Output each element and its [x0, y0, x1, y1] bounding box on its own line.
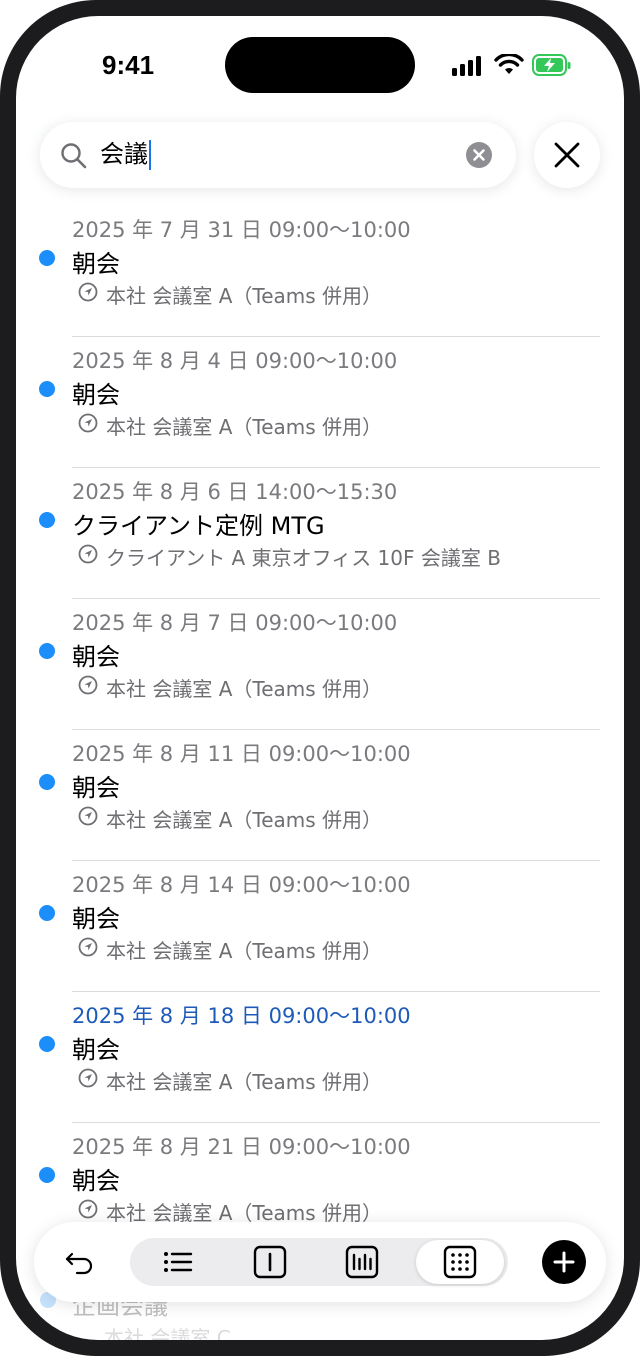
location-icon	[78, 806, 98, 826]
event-location: クライアント A 東京オフィス 10F 会議室 B	[106, 546, 501, 570]
list-icon	[164, 1252, 193, 1272]
event-title: 朝会	[72, 1167, 120, 1195]
close-icon	[554, 142, 580, 168]
event-date: 2025 年 8 月 21 日 09:00～10:00	[72, 1135, 411, 1159]
location-icon	[78, 1068, 98, 1088]
week-view-icon	[345, 1245, 379, 1279]
day-view-icon	[253, 1245, 287, 1279]
location-icon	[78, 413, 98, 433]
text-caret	[149, 140, 151, 170]
status-bar: 9:41	[16, 16, 624, 116]
event-date: 2025 年 8 月 11 日 09:00～10:00	[72, 742, 411, 766]
event-date: 2025 年 8 月 4 日 09:00～10:00	[72, 349, 398, 373]
event-location: 本社 会議室 A（Teams 併用）	[106, 284, 383, 308]
battery-charging-icon	[532, 54, 571, 76]
month-view-button[interactable]	[416, 1240, 504, 1284]
event-row[interactable]: 2025 年 8 月 4 日 09:00～10:00 朝会 本社 会議室 A（T…	[16, 337, 624, 468]
event-location: 本社 会議室 A（Teams 併用）	[106, 415, 383, 439]
clear-search-button[interactable]	[466, 142, 492, 168]
month-view-icon	[443, 1245, 477, 1279]
event-dot	[39, 643, 55, 659]
event-location: 本社 会議室 A（Teams 併用）	[106, 677, 383, 701]
event-row[interactable]: 2025 年 8 月 6 日 14:00～15:30 クライアント定例 MTG …	[16, 468, 624, 599]
event-dot	[39, 1167, 55, 1183]
search-query: 会議	[100, 140, 148, 168]
status-time: 9:41	[102, 50, 155, 80]
search-input[interactable]: 会議	[100, 140, 151, 170]
phone-frame: 9:41 朝会	[0, 0, 640, 1356]
week-view-button[interactable]	[318, 1240, 406, 1284]
event-location: 本社 会議室 A（Teams 併用）	[106, 939, 383, 963]
search-field[interactable]: 会議	[40, 122, 516, 188]
event-date: 2025 年 8 月 14 日 09:00～10:00	[72, 873, 411, 897]
add-event-button[interactable]	[542, 1240, 586, 1284]
event-location: 本社 会議室 A（Teams 併用）	[106, 808, 383, 832]
bottom-toolbar	[34, 1222, 606, 1302]
wifi-icon	[494, 54, 524, 74]
undo-button[interactable]	[62, 1244, 98, 1280]
event-title: 朝会	[72, 905, 120, 933]
screen: 9:41 朝会	[16, 16, 624, 1340]
undo-icon	[65, 1252, 93, 1275]
event-title: 朝会	[72, 250, 120, 278]
event-title: 朝会	[72, 643, 120, 671]
clear-icon	[473, 149, 485, 161]
event-dot	[39, 905, 55, 921]
event-row[interactable]: 2025 年 8 月 11 日 09:00～10:00 朝会 本社 会議室 A（…	[16, 730, 624, 861]
location-icon	[78, 937, 98, 957]
list-view-button[interactable]	[134, 1240, 222, 1284]
event-row[interactable]: 2025 年 8 月 14 日 09:00～10:00 朝会 本社 会議室 A（…	[16, 861, 624, 992]
dynamic-island	[225, 37, 415, 93]
event-row[interactable]: 2025 年 8 月 7 日 09:00～10:00 朝会 本社 会議室 A（T…	[16, 599, 624, 730]
day-view-button[interactable]	[226, 1240, 314, 1284]
event-date: 2025 年 8 月 7 日 09:00～10:00	[72, 611, 398, 635]
location-icon	[78, 282, 98, 302]
ghost-location: 本社 会議室 C	[104, 1326, 231, 1340]
event-dot	[39, 774, 55, 790]
search-header: 会議	[16, 112, 624, 208]
search-results-list: 2025 年 7 月 31 日 09:00～10:00 朝会 本社 会議室 A（…	[16, 206, 624, 1254]
event-title: 朝会	[72, 1036, 120, 1064]
event-title: 朝会	[72, 774, 120, 802]
event-date: 2025 年 7 月 31 日 09:00～10:00	[72, 218, 411, 242]
location-icon	[78, 544, 98, 564]
event-date: 2025 年 8 月 6 日 14:00～15:30	[72, 480, 398, 504]
location-icon	[78, 1199, 98, 1219]
event-title: 朝会	[72, 381, 120, 409]
event-dot	[39, 1036, 55, 1052]
event-location: 本社 会議室 A（Teams 併用）	[106, 1070, 383, 1094]
close-search-button[interactable]	[534, 122, 600, 188]
plus-icon	[553, 1251, 575, 1273]
view-switcher	[130, 1238, 508, 1286]
event-dot	[39, 512, 55, 528]
event-row[interactable]: 2025 年 7 月 31 日 09:00～10:00 朝会 本社 会議室 A（…	[16, 206, 624, 337]
event-row[interactable]: 2025 年 8 月 18 日 09:00～10:00 朝会 本社 会議室 A（…	[16, 992, 624, 1123]
event-dot	[39, 250, 55, 266]
search-icon	[61, 143, 87, 169]
location-icon	[78, 675, 98, 695]
event-date-today: 2025 年 8 月 18 日 09:00～10:00	[72, 1004, 411, 1028]
event-dot	[39, 381, 55, 397]
cellular-signal-icon	[452, 56, 481, 76]
event-title: クライアント定例 MTG	[72, 512, 325, 540]
